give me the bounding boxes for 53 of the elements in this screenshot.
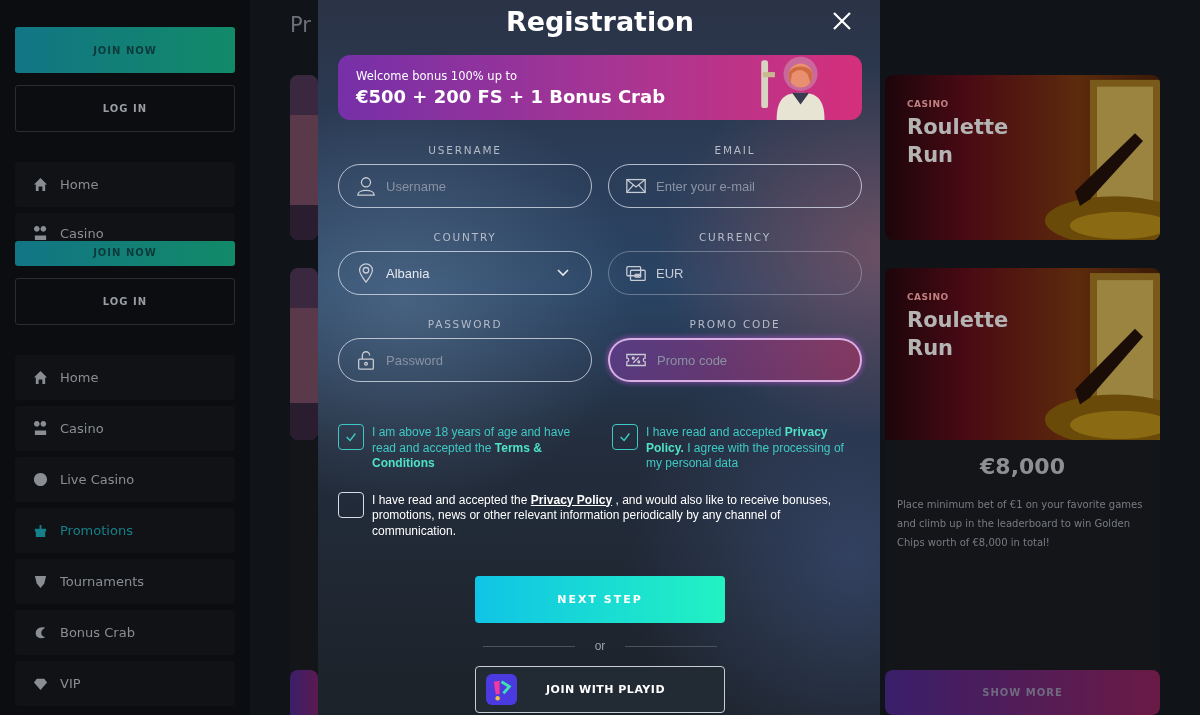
- nav-item[interactable]: Casino: [15, 406, 235, 451]
- field-label: PROMO CODE: [689, 317, 781, 331]
- diamond-icon: [33, 676, 48, 691]
- banner-headline: €500 + 200 FS + 1 Bonus Crab: [356, 85, 666, 107]
- bonus-banner[interactable]: Welcome bonus 100% up to €500 + 200 FS + 1 Bonus Crab: [338, 55, 862, 120]
- nav-item[interactable]: Live Casino: [15, 457, 235, 502]
- join-with-playid-button[interactable]: JOIN WITH PLAYID: [475, 666, 725, 713]
- consent-text: I have read and accepted Privacy Policy. I agree with the processing of my personal data: [646, 424, 845, 472]
- checkmark-icon: [618, 430, 632, 444]
- card-title: Roulette Run: [907, 307, 1010, 362]
- card-category: CASINO: [907, 292, 950, 302]
- field-label: USERNAME: [428, 143, 502, 157]
- nav-item[interactable]: Bonus Crab: [15, 610, 235, 655]
- field-label: CURRENCY: [698, 230, 772, 244]
- input-field[interactable]: Username: [338, 164, 592, 208]
- home-icon: [33, 177, 48, 192]
- page-heading: Pr: [290, 12, 311, 39]
- nav-item[interactable]: VIP: [15, 661, 235, 706]
- home-icon: [33, 370, 48, 385]
- nav-item[interactable]: Casino: [15, 213, 235, 241]
- modal-title: Registration: [505, 5, 695, 37]
- prize-amount: €8,000: [980, 454, 1065, 479]
- card-description: Place minimum bet of €1 on your favorite games and climb up in the leaderboard to win Golden Chips worth of €8,000 in total!: [897, 498, 1144, 550]
- chips-icon: [33, 421, 48, 436]
- padlock-icon: [355, 349, 377, 371]
- log-in-button[interactable]: LOG IN: [15, 278, 235, 325]
- field-label: PASSWORD: [427, 317, 503, 331]
- field-label: EMAIL: [714, 143, 756, 157]
- input-field[interactable]: Enter your e-mail: [608, 164, 862, 208]
- checkbox[interactable]: [612, 424, 638, 450]
- nav-item[interactable]: Promotions: [15, 508, 235, 553]
- checkbox[interactable]: [338, 424, 364, 450]
- nav-item[interactable]: Home: [15, 355, 235, 400]
- chevron-down-icon: [557, 269, 569, 277]
- chips-icon: [33, 226, 48, 241]
- consent-text: I am above 18 years of age and have read and accepted the Terms & Conditions: [372, 424, 572, 472]
- checkbox[interactable]: [338, 491, 364, 518]
- card-category: CASINO: [907, 99, 950, 109]
- field-label: COUNTRY: [433, 230, 497, 244]
- banner-subtitle: Welcome bonus 100% up to: [356, 68, 519, 83]
- privacy-policy-link[interactable]: Privacy Policy: [530, 492, 613, 507]
- input-field[interactable]: Password: [338, 338, 592, 382]
- input-field[interactable]: Promo code: [608, 338, 862, 382]
- nav-item[interactable]: Home: [15, 162, 235, 207]
- nav-item[interactable]: Tournaments: [15, 559, 235, 604]
- user-icon: [355, 175, 377, 197]
- log-in-button[interactable]: LOG IN: [15, 85, 235, 132]
- divider-text: or: [594, 639, 606, 653]
- consent-text: I have read and accepted the Privacy Policy , and would also like to receive bonuses, promotions, news or other relevant information periodically by any channel of communication.: [372, 491, 832, 539]
- app-logo-icon: [486, 674, 517, 705]
- shield-icon: [33, 574, 48, 589]
- checkmark-icon: [344, 430, 358, 444]
- card-title: Roulette Run: [907, 114, 1010, 169]
